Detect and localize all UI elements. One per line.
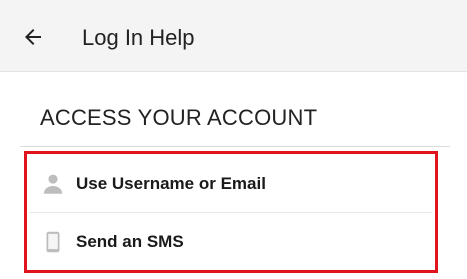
phone-icon [38, 227, 68, 257]
back-button[interactable] [16, 20, 50, 54]
screen: Log In Help ACCESS YOUR ACCOUNT Use User… [0, 0, 467, 279]
option-label: Use Username or Email [76, 174, 266, 193]
app-bar: Log In Help [0, 0, 467, 72]
page-title: Log In Help [82, 25, 195, 50]
option-label: Send an SMS [76, 232, 184, 251]
section-title: ACCESS YOUR ACCOUNT [40, 105, 318, 130]
person-icon [38, 169, 68, 199]
access-options-highlight: Use Username or Email Send an SMS [24, 151, 438, 273]
use-username-or-email-option[interactable]: Use Username or Email [30, 156, 435, 212]
option-divider [30, 212, 432, 213]
arrow-left-icon [25, 29, 41, 45]
section-divider [20, 146, 450, 147]
send-sms-option[interactable]: Send an SMS [30, 214, 435, 270]
